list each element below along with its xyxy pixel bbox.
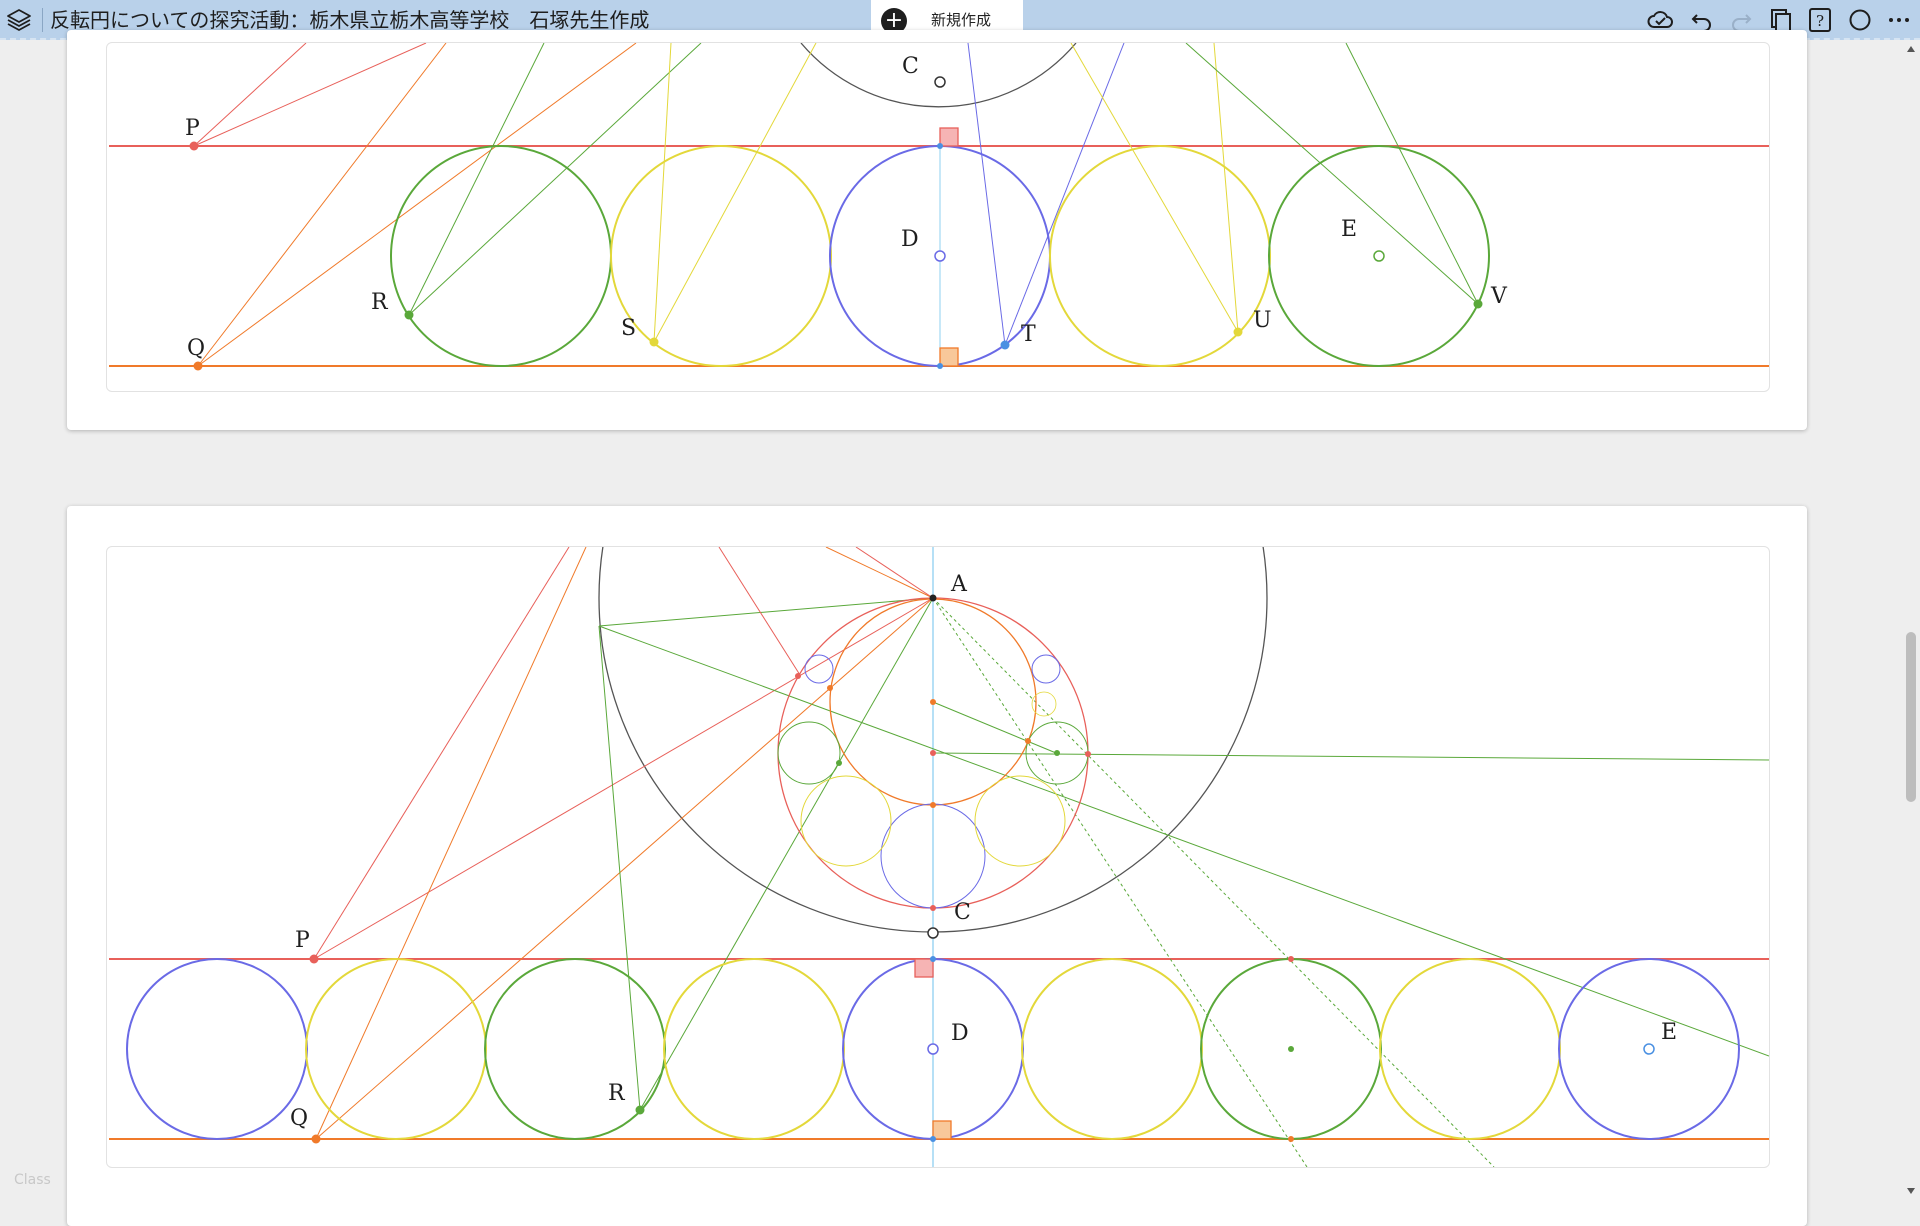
circle-tool-icon[interactable] — [1846, 6, 1874, 34]
point-E — [1373, 250, 1385, 262]
point-T — [1000, 340, 1010, 350]
label-A: A — [950, 572, 968, 597]
label-E: E — [1661, 1020, 1677, 1045]
scroll-down-arrow[interactable] — [1907, 1188, 1915, 1194]
scroll-up-arrow[interactable] — [1907, 46, 1915, 52]
point-C — [927, 927, 939, 939]
label-Q: Q — [187, 336, 205, 361]
label-U: U — [1253, 308, 1272, 333]
layers-icon[interactable] — [6, 7, 32, 33]
point-E — [1643, 1043, 1655, 1055]
point-V — [1473, 299, 1483, 309]
geometry-canvas-2[interactable]: A C P Q R D E — [106, 546, 1770, 1168]
label-V: V — [1490, 284, 1508, 309]
point-U — [1233, 327, 1243, 337]
figure-1-drawing[interactable]: C P Q R S D T U E V — [107, 43, 1769, 391]
green-circle-left — [390, 145, 612, 367]
geometry-canvas-1[interactable]: C P Q R S D T U E V — [106, 42, 1770, 392]
watermark-text: Class — [14, 1172, 51, 1188]
point-S — [649, 337, 659, 347]
label-R: R — [371, 290, 389, 315]
label-D: D — [951, 1021, 969, 1046]
yellow-circle-left — [610, 145, 832, 367]
label-D: D — [901, 227, 919, 252]
label-P: P — [295, 928, 310, 953]
label-P: P — [185, 116, 200, 141]
point-D — [934, 250, 946, 262]
vertical-scrollbar-thumb[interactable] — [1906, 632, 1916, 802]
point-R — [404, 310, 414, 320]
label-C: C — [954, 900, 971, 925]
label-S: S — [621, 316, 636, 341]
label-Q: Q — [290, 1106, 308, 1131]
label-T: T — [1021, 322, 1036, 347]
point-A — [929, 594, 937, 602]
svg-text:?: ? — [1816, 12, 1824, 30]
right-angle-marker — [939, 347, 959, 367]
label-E: E — [1341, 217, 1357, 242]
title-separator — [42, 8, 43, 32]
point-Q — [193, 361, 203, 371]
point-C — [934, 76, 946, 88]
point-P — [189, 141, 199, 151]
point-D — [927, 1043, 939, 1055]
help-icon[interactable]: ? — [1806, 6, 1834, 34]
more-icon[interactable] — [1885, 6, 1913, 34]
inversion-circle-arc — [800, 43, 1077, 108]
point-Q — [311, 1134, 321, 1144]
point-P — [309, 954, 319, 964]
label-R: R — [608, 1081, 626, 1106]
label-C: C — [902, 54, 919, 79]
point-R — [635, 1105, 645, 1115]
right-angle-marker — [939, 127, 959, 147]
figure-2-drawing[interactable]: A C P Q R D E — [107, 547, 1769, 1167]
